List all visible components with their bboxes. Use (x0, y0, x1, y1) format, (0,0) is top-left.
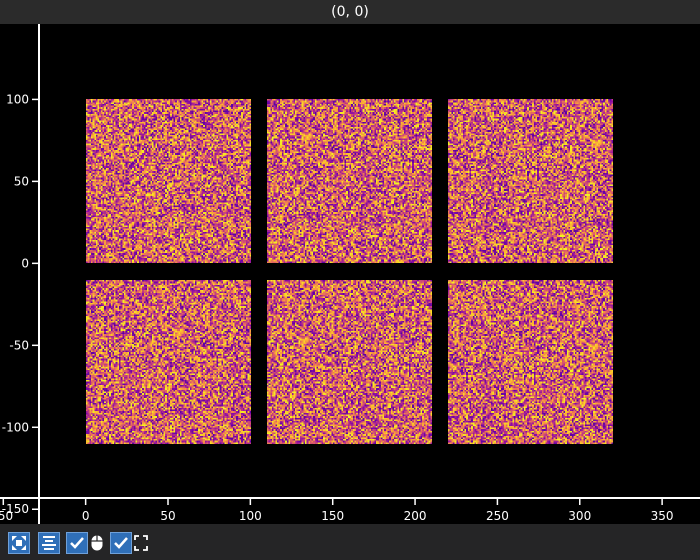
x-tick-label: 250 (486, 509, 509, 523)
y-tick-label: 50 (14, 174, 29, 188)
heatmap-plot[interactable]: -50050100150200250300350100500-50-100-15… (0, 24, 700, 524)
heatmap-tile-5 (267, 280, 432, 444)
heatmap-tile-3 (448, 99, 613, 263)
y-tick-label: -50 (9, 338, 29, 352)
x-tick-label: 200 (404, 509, 427, 523)
fit-to-view-icon (12, 536, 26, 550)
x-tick-label: 150 (321, 509, 344, 523)
x-tick-label: 100 (239, 509, 262, 523)
y-tick-label: 0 (21, 256, 29, 270)
checkmark-icon (114, 537, 128, 549)
toolbar (0, 526, 700, 560)
plot-area[interactable]: -50050100150200250300350100500-50-100-15… (0, 24, 700, 524)
mouse-icon (90, 534, 106, 552)
heatmap-tile-1 (86, 99, 251, 263)
checkmark-icon (70, 537, 84, 549)
fullscreen-checkbox[interactable] (110, 532, 132, 554)
heatmap-tile-2 (267, 99, 432, 263)
heatmap-tiles (86, 99, 613, 444)
x-tick-label: 300 (568, 509, 591, 523)
align-center-icon (42, 536, 56, 550)
heatmap-tile-4 (86, 280, 251, 444)
y-tick-label: 100 (6, 92, 29, 106)
y-tick-label: -150 (2, 502, 29, 516)
y-tick-label: -100 (2, 420, 29, 434)
x-tick-label: 0 (82, 509, 90, 523)
align-center-button[interactable] (38, 532, 60, 554)
x-tick-label: 350 (651, 509, 674, 523)
mouse-checkbox[interactable] (66, 532, 88, 554)
fit-to-view-button[interactable] (8, 532, 30, 554)
window-title: (0, 0) (0, 0, 700, 24)
x-tick-label: 50 (160, 509, 175, 523)
heatmap-tile-6 (448, 280, 613, 444)
fullscreen-icon (133, 534, 149, 552)
